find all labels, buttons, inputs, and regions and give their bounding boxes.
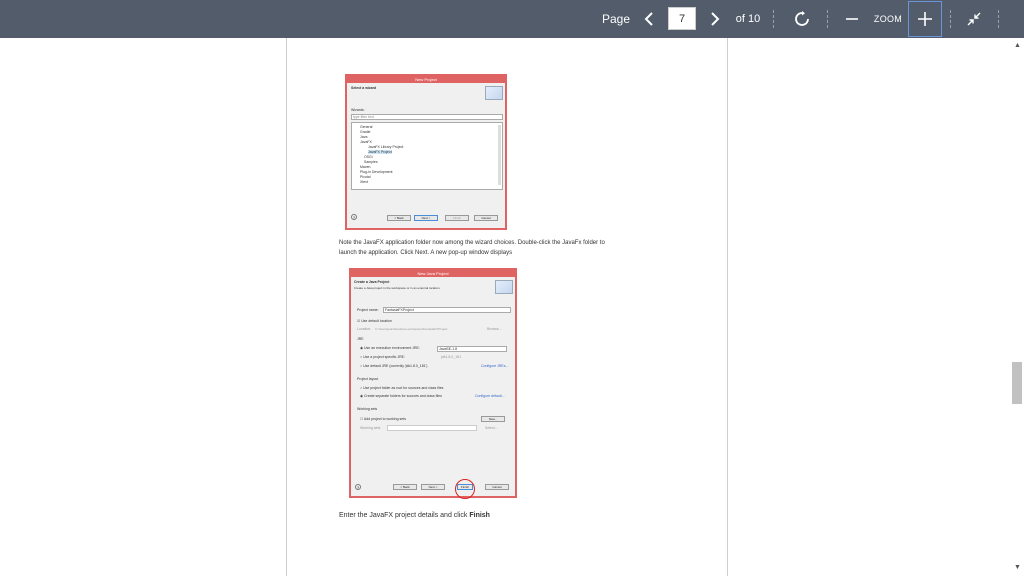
zoom-in-button[interactable]: [908, 1, 942, 37]
select-working-sets-button: Select...: [485, 426, 498, 430]
cancel-button: Cancel: [485, 484, 509, 490]
caption-line: Note the JavaFX application folder now a…: [339, 240, 605, 246]
jre-label: JRE: [357, 337, 364, 341]
page-count-label: of 10: [735, 13, 761, 25]
scroll-down-icon[interactable]: ▼: [1014, 564, 1021, 571]
jre-option: ◉ Use an execution environment JRE:: [360, 346, 420, 350]
tree-item: JavaFX: [360, 140, 372, 144]
add-working-sets-checkbox: ☐ Add project to working sets: [360, 417, 406, 421]
scroll-up-icon[interactable]: ▲: [1014, 42, 1021, 49]
jre-option-label: Use a project specific JRE:: [363, 355, 405, 359]
next-button: Next >: [414, 215, 438, 221]
previous-page-button[interactable]: [640, 0, 658, 38]
filter-text: type filter text: [353, 115, 374, 119]
project-name-field: FantasiaFXProject: [383, 307, 511, 313]
jre-environment-value: JavaSE-1.8: [439, 347, 458, 351]
help-icon: ?: [355, 484, 361, 490]
finish-highlight-circle: [455, 479, 475, 499]
zoom-label: ZOOM: [873, 14, 903, 24]
caption-text: Enter the JavaFX project details and cli…: [339, 512, 470, 519]
tree-item: JavaFX Library Project: [368, 145, 404, 149]
java-project-icon: [495, 280, 513, 294]
page-number-input[interactable]: 7: [668, 7, 696, 30]
configure-default-link: Configure default...: [475, 394, 505, 398]
default-location-label: Use default location: [361, 319, 392, 323]
tree-item: General: [360, 125, 373, 129]
new-project-dialog-image: New Project Select a wizard Wizards: typ…: [345, 74, 507, 230]
chevron-left-icon: [644, 12, 653, 26]
tree-item: Java: [360, 135, 368, 139]
back-button: < Back: [393, 484, 417, 490]
jre-option-label: Use default JRE (currently 'jdk1.8.0_181…: [363, 364, 428, 368]
exit-fullscreen-button[interactable]: [964, 0, 984, 38]
layout-option-label: Use project folder as root for sources a…: [363, 386, 444, 390]
jre-option: ○ Use a project specific JRE:: [360, 355, 405, 359]
help-icon: ?: [351, 214, 357, 220]
caption-line: Enter the JavaFX project details and cli…: [339, 512, 490, 519]
jre-environment-select: JavaSE-1.8: [437, 346, 507, 352]
toolbar-divider: [998, 10, 999, 28]
cancel-button: Cancel: [474, 215, 498, 221]
tree-item: Xtext: [360, 180, 368, 184]
toolbar-divider: [950, 10, 951, 28]
rotate-button[interactable]: [790, 0, 814, 38]
page-label: Page: [601, 12, 631, 26]
new-java-project-dialog-image: New Java Project Create a Java Project C…: [349, 268, 517, 498]
tree-item: OSGi: [364, 155, 373, 159]
location-value: C:\Users\juanita\eclipse-workspace\Fanta…: [375, 327, 448, 331]
caption-bold-text: Finish: [469, 512, 490, 519]
toolbar-divider: [773, 10, 774, 28]
project-layout-label: Project layout: [357, 377, 379, 381]
tree-item: Samples: [364, 160, 378, 164]
finish-button: Finish: [445, 215, 469, 221]
pdf-toolbar: Page 7 of 10 ZOOM: [0, 0, 1024, 38]
dialog-heading: Create a Java Project: [354, 280, 390, 284]
layout-option-label: Create separate folders for sources and …: [364, 394, 442, 398]
location-label: Location:: [357, 327, 372, 331]
next-page-button[interactable]: [706, 0, 724, 38]
toolbar-divider: [827, 10, 828, 28]
project-name-value: FantasiaFXProject: [385, 308, 414, 312]
caption-line: launch the application. Click Next. A ne…: [339, 250, 513, 256]
tree-scrollbar: [498, 125, 501, 185]
dialog-heading: Select a wizard: [351, 86, 377, 90]
zoom-out-button[interactable]: [844, 0, 860, 38]
add-working-sets-label: Add project to working sets: [363, 417, 406, 421]
layout-option: ○ Use project folder as root for sources…: [360, 386, 444, 390]
tree-item: Gradle: [360, 130, 371, 134]
wizard-icon: [485, 86, 503, 100]
plus-icon: [918, 12, 932, 26]
default-location-checkbox: ☑ Use default location: [357, 319, 392, 323]
jre-option-label: Use an execution environment JRE:: [364, 346, 420, 350]
chevron-right-icon: [711, 12, 720, 26]
working-sets-field: [387, 425, 477, 431]
filter-field: type filter text: [351, 114, 503, 120]
minus-icon: [846, 18, 858, 20]
working-sets-label: Working sets: [357, 407, 378, 411]
jre-option: ○ Use default JRE (currently 'jdk1.8.0_1…: [360, 364, 428, 368]
tree-item: Pivotal: [360, 175, 371, 179]
dialog-title: New Java Project: [351, 270, 515, 277]
project-name-label: Project name:: [357, 308, 379, 312]
configure-jres-link: Configure JREs...: [481, 364, 509, 368]
scrollbar-thumb[interactable]: [1012, 362, 1022, 404]
tree-item: Plug-in Development: [360, 170, 393, 174]
tree-item: Maven: [360, 165, 371, 169]
vertical-scrollbar[interactable]: ▲ ▼: [1010, 38, 1024, 576]
wizards-label: Wizards:: [351, 108, 365, 112]
new-working-set-button: New...: [481, 416, 505, 422]
layout-option: ◉ Create separate folders for sources an…: [360, 394, 442, 398]
collapse-icon: [967, 12, 981, 26]
jre-specific-value: jdk1.8.0_181: [441, 355, 462, 359]
document-page: New Project Select a wizard Wizards: typ…: [286, 38, 728, 576]
dialog-title: New Project: [347, 76, 505, 83]
browse-button: Browse...: [487, 327, 502, 331]
rotate-icon: [795, 11, 809, 26]
dialog-subheading: Create a Java project in the workspace o…: [354, 286, 441, 290]
next-button: Next >: [421, 484, 445, 490]
tree-item-selected: JavaFX Project: [368, 150, 392, 154]
wizard-tree: General Gradle Java JavaFX JavaFX Librar…: [351, 122, 503, 190]
working-sets-field-label: Working sets:: [360, 426, 382, 430]
back-button: < Back: [387, 215, 411, 221]
